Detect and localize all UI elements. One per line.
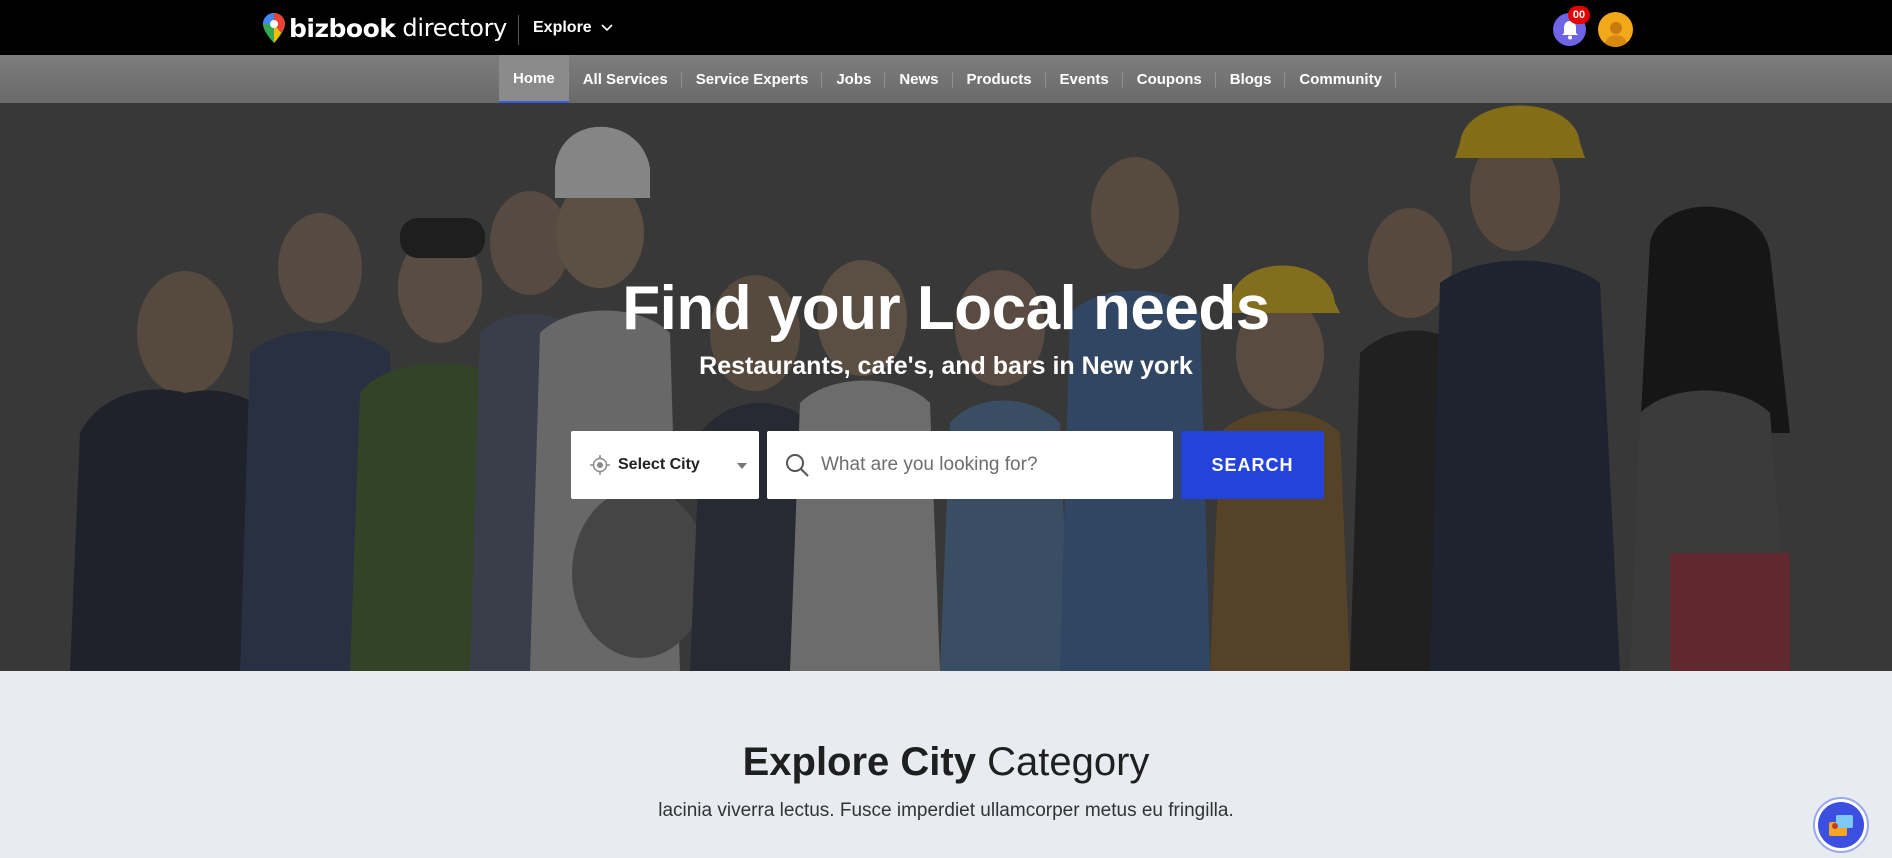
- city-select[interactable]: Select City: [571, 431, 759, 499]
- search-button[interactable]: SEARCH: [1181, 431, 1324, 499]
- explore-heading-bold: Explore City: [742, 740, 976, 784]
- search-icon: [786, 454, 809, 477]
- explore-label: Explore: [533, 19, 592, 36]
- explore-heading: Explore City Category: [0, 740, 1892, 785]
- nav-item-news[interactable]: News: [885, 55, 953, 103]
- map-pin-icon: [263, 13, 285, 43]
- nav-item-community[interactable]: Community: [1285, 55, 1396, 103]
- brand-name: bizbook: [289, 13, 396, 43]
- chat-launcher-button[interactable]: [1813, 797, 1869, 853]
- user-avatar-icon: [1604, 22, 1627, 47]
- city-select-label: Select City: [618, 456, 700, 473]
- chat-launcher-icon: [1818, 802, 1864, 848]
- chevron-down-icon: [601, 24, 613, 32]
- header-divider: [518, 15, 519, 45]
- explore-heading-light: Category: [987, 740, 1150, 784]
- nav-list: Home All Services Service Experts Jobs N…: [499, 55, 1396, 103]
- main-nav: Home All Services Service Experts Jobs N…: [0, 55, 1892, 103]
- nav-item-events[interactable]: Events: [1046, 55, 1123, 103]
- site-logo[interactable]: bizbook directory: [263, 13, 507, 43]
- nav-item-products[interactable]: Products: [953, 55, 1046, 103]
- hero-title: Find your Local needs: [622, 274, 1270, 343]
- user-avatar[interactable]: [1598, 12, 1633, 47]
- nav-item-jobs[interactable]: Jobs: [822, 55, 886, 103]
- nav-item-coupons[interactable]: Coupons: [1123, 55, 1216, 103]
- notification-badge: 00: [1568, 6, 1590, 24]
- explore-subtitle: lacinia viverra lectus. Fusce imperdiet …: [658, 800, 1234, 821]
- brand-suffix: directory: [402, 14, 508, 42]
- nav-item-service-experts[interactable]: Service Experts: [682, 55, 823, 103]
- top-bar: bizbook directory Explore 00: [0, 0, 1892, 55]
- nav-item-all-services[interactable]: All Services: [569, 55, 682, 103]
- search-input[interactable]: [821, 454, 1151, 476]
- search-box: [767, 431, 1173, 499]
- hero-subtitle: Restaurants, cafe's, and bars in New yor…: [699, 352, 1193, 380]
- nav-item-blogs[interactable]: Blogs: [1216, 55, 1286, 103]
- hero-people-image: [0, 103, 1892, 671]
- location-target-icon: [590, 455, 610, 475]
- nav-item-home[interactable]: Home: [499, 55, 569, 103]
- hero-section: Find your Local needs Restaurants, cafe'…: [0, 103, 1892, 671]
- caret-down-icon: [737, 463, 747, 469]
- explore-dropdown[interactable]: Explore: [533, 19, 613, 37]
